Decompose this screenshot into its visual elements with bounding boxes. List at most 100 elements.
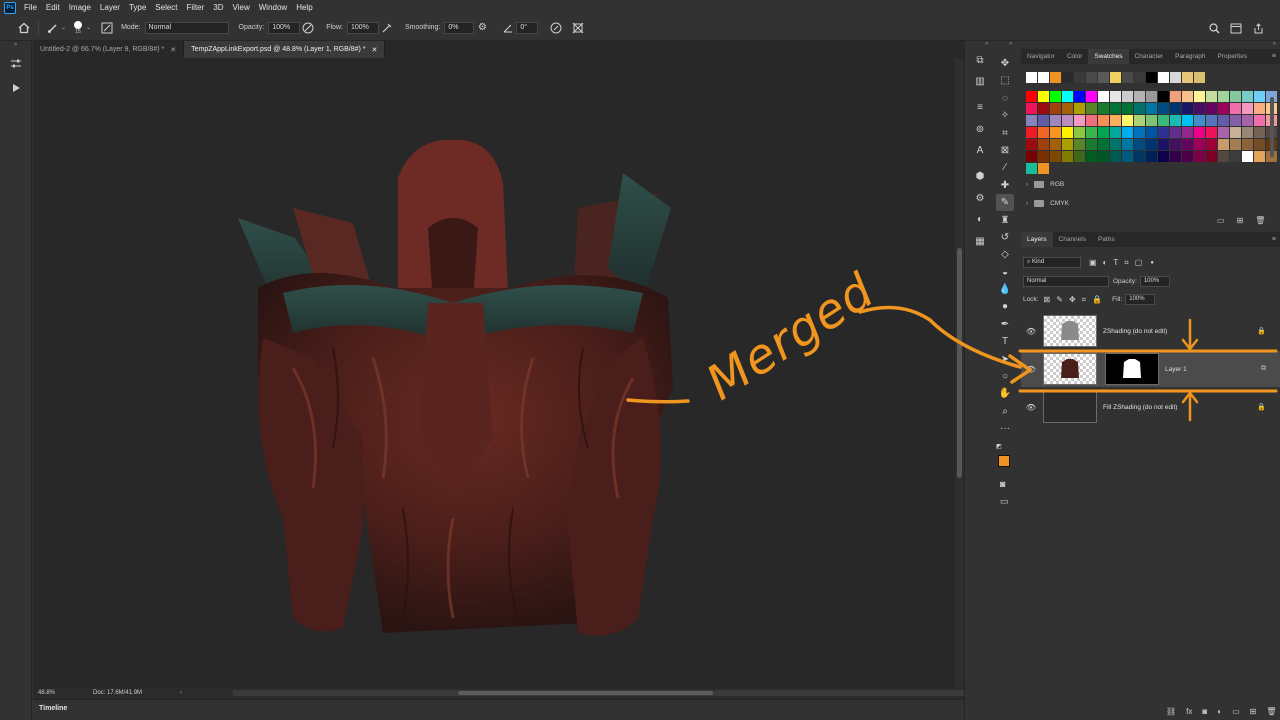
smoothing-options-gear-icon[interactable]: ⚙ xyxy=(474,20,490,36)
collapse-arrows-icon[interactable]: « xyxy=(985,41,988,47)
layer-fill-field[interactable]: 100% xyxy=(1125,294,1156,305)
layer-mask-thumbnail[interactable] xyxy=(1105,353,1159,385)
brush-angle-field[interactable]: 0° xyxy=(516,21,539,34)
clone-stamp-icon[interactable]: ♜ xyxy=(996,212,1014,229)
swatch[interactable] xyxy=(1182,127,1193,138)
swatch[interactable] xyxy=(1194,127,1205,138)
swatch[interactable] xyxy=(1158,151,1169,162)
magic-wand-icon[interactable]: ✧ xyxy=(996,107,1014,124)
paint-bucket-icon[interactable]: ◒ xyxy=(996,264,1014,281)
swatch[interactable] xyxy=(1062,115,1073,126)
horizontal-scrollbar[interactable] xyxy=(233,690,983,696)
swatch[interactable] xyxy=(1050,103,1061,114)
swatch[interactable] xyxy=(1062,103,1073,114)
tab-paths[interactable]: Paths xyxy=(1092,232,1121,247)
healing-brush-icon[interactable]: ✚ xyxy=(996,177,1014,194)
swatch[interactable] xyxy=(1122,127,1133,138)
frame-tool-icon[interactable]: ⊠ xyxy=(996,142,1014,159)
swatch[interactable] xyxy=(1242,151,1253,162)
filter-type-icons[interactable]: ▣◐T⌗▢ xyxy=(1089,258,1148,268)
swatch[interactable] xyxy=(1242,139,1253,150)
swatch[interactable] xyxy=(1098,91,1109,102)
delete-trash-icon[interactable]: 🗑 xyxy=(1255,216,1265,225)
swatch[interactable] xyxy=(1134,115,1145,126)
swatch[interactable] xyxy=(1122,91,1133,102)
swatch[interactable] xyxy=(1230,139,1241,150)
marquee-tool-icon[interactable]: ⬚ xyxy=(996,72,1014,89)
swatch[interactable] xyxy=(1254,91,1265,102)
swatch[interactable] xyxy=(1194,91,1205,102)
menu-type[interactable]: Type xyxy=(129,3,146,12)
swatch[interactable] xyxy=(1074,103,1085,114)
tab-navigator[interactable]: Navigator xyxy=(1021,49,1061,64)
swatch[interactable] xyxy=(1110,91,1121,102)
visibility-eye-icon[interactable]: 👁 xyxy=(1021,327,1041,336)
tab-tempzapplinkexport[interactable]: TempZAppLinkExport.psd @ 48.8% (Layer 1,… xyxy=(184,41,386,58)
swatch[interactable] xyxy=(1194,139,1205,150)
actions-play-icon[interactable] xyxy=(8,80,24,96)
smoothing-field[interactable]: 0% xyxy=(444,21,475,34)
swatch[interactable] xyxy=(1038,163,1049,174)
swatch[interactable] xyxy=(1158,127,1169,138)
vertical-scrollbar[interactable] xyxy=(955,58,964,687)
adjustment-layer-icon[interactable]: ◐ xyxy=(1217,707,1222,716)
tab-properties[interactable]: Properties xyxy=(1211,49,1253,64)
swatch[interactable] xyxy=(1158,115,1169,126)
swatch[interactable] xyxy=(1134,151,1145,162)
swatch[interactable] xyxy=(1062,127,1073,138)
clone-source-icon[interactable]: ⊚ xyxy=(971,120,989,138)
hand-tool-icon[interactable]: ✋ xyxy=(996,385,1014,402)
workspace-icon[interactable] xyxy=(1228,20,1244,36)
swatch[interactable] xyxy=(1170,151,1181,162)
swatch[interactable] xyxy=(1098,72,1109,83)
swatch[interactable] xyxy=(1146,139,1157,150)
libraries-icon[interactable]: ▦ xyxy=(971,232,989,250)
swatch-folder-rgb[interactable]: › RGB xyxy=(1026,177,1064,191)
swatch[interactable] xyxy=(1122,151,1133,162)
swatch[interactable] xyxy=(1158,91,1169,102)
swatch[interactable] xyxy=(1182,151,1193,162)
swatch[interactable] xyxy=(1182,115,1193,126)
swatch[interactable] xyxy=(1050,127,1061,138)
layer-row-layer-1[interactable]: 👁 Layer 1 ⧉ xyxy=(1021,351,1280,387)
swatch[interactable] xyxy=(1242,103,1253,114)
status-menu-arrow-icon[interactable]: › xyxy=(180,690,182,696)
swatch[interactable] xyxy=(1098,139,1109,150)
blur-tool-icon[interactable]: 💧 xyxy=(996,281,1014,298)
properties-sliders-icon[interactable] xyxy=(8,56,24,72)
swatch[interactable] xyxy=(1038,151,1049,162)
swatch[interactable] xyxy=(1122,72,1133,83)
swatch[interactable] xyxy=(1038,115,1049,126)
swatch[interactable] xyxy=(1170,139,1181,150)
pen-tool-icon[interactable]: ✒ xyxy=(996,316,1014,333)
swatch[interactable] xyxy=(1218,115,1229,126)
swatch[interactable] xyxy=(1110,151,1121,162)
swatch[interactable] xyxy=(1254,151,1265,162)
crop-tool-icon[interactable]: ⌗ xyxy=(996,125,1014,142)
adjustments-icon[interactable]: ⚙ xyxy=(971,189,989,207)
scroll-thumb[interactable] xyxy=(957,248,962,478)
swatch[interactable] xyxy=(1062,151,1073,162)
opacity-field[interactable]: 100% xyxy=(268,21,301,34)
swatch[interactable] xyxy=(1218,103,1229,114)
swatch[interactable] xyxy=(1038,103,1049,114)
swatch[interactable] xyxy=(1146,91,1157,102)
swatch[interactable] xyxy=(1254,127,1265,138)
swatch[interactable] xyxy=(1026,72,1037,83)
swatch[interactable] xyxy=(1038,127,1049,138)
menu-edit[interactable]: Edit xyxy=(46,3,60,12)
swatch[interactable] xyxy=(1050,115,1061,126)
swatch[interactable] xyxy=(1038,139,1049,150)
flow-field[interactable]: 100% xyxy=(346,21,379,34)
swatch[interactable] xyxy=(1074,72,1085,83)
brush-size-picker[interactable]: 15 xyxy=(74,20,83,35)
swatch-folder-cmyk[interactable]: › CMYK xyxy=(1026,196,1069,210)
search-icon[interactable] xyxy=(1206,20,1222,36)
tab-color[interactable]: Color xyxy=(1061,49,1089,64)
swatch[interactable] xyxy=(1062,72,1073,83)
swatch[interactable] xyxy=(1110,127,1121,138)
delete-trash-icon[interactable]: 🗑 xyxy=(1266,707,1276,716)
swatch[interactable] xyxy=(1170,91,1181,102)
layer-opacity-field[interactable]: 100% xyxy=(1139,276,1170,287)
swatch[interactable] xyxy=(1194,72,1205,83)
